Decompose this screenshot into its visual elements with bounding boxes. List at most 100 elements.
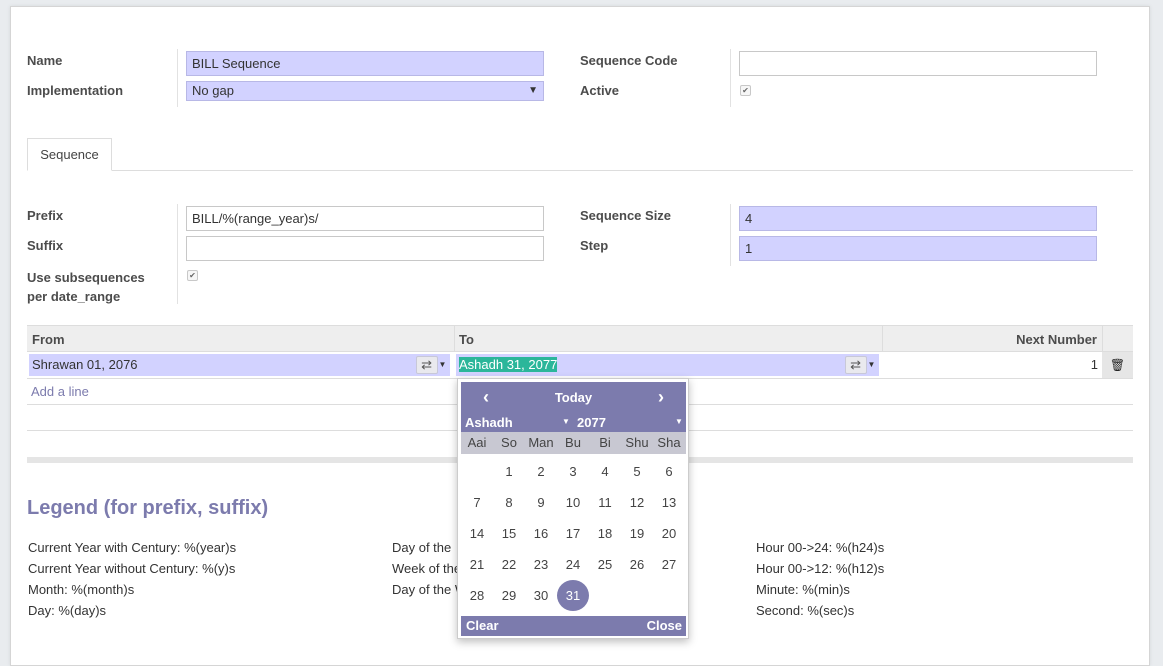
weekday-label: Bi bbox=[599, 435, 611, 450]
today-button[interactable]: Today bbox=[461, 382, 686, 414]
calendar-day[interactable]: 26 bbox=[621, 549, 653, 580]
tab-bar-line bbox=[27, 170, 1133, 171]
month-year-selectors: Ashadh ▼ 2077 ▼ bbox=[461, 414, 686, 432]
weekday-label: Man bbox=[528, 435, 554, 450]
column-from[interactable]: From bbox=[27, 326, 70, 353]
chevron-down-icon[interactable]: ▼ bbox=[675, 417, 683, 426]
month-select[interactable]: Ashadh bbox=[465, 415, 513, 430]
calendar-day[interactable]: 24 bbox=[557, 549, 589, 580]
legend-item: Hour 00->24: %(h24)s bbox=[756, 540, 885, 555]
calendar-day[interactable]: 11 bbox=[589, 487, 621, 518]
label-separator bbox=[177, 204, 178, 304]
tab-sequence[interactable]: Sequence bbox=[27, 138, 112, 171]
datepicker-popup: ‹ Today › Ashadh ▼ 2077 ▼ Aai So Man Bu … bbox=[457, 378, 689, 639]
year-select[interactable]: 2077 bbox=[577, 415, 606, 430]
implementation-label: Implementation bbox=[27, 83, 124, 98]
active-checkbox[interactable]: ✔ bbox=[740, 85, 751, 96]
active-label: Active bbox=[580, 83, 620, 98]
column-to[interactable]: To bbox=[454, 326, 479, 353]
calendar-day[interactable]: 16 bbox=[525, 518, 557, 549]
calendar-day[interactable]: 27 bbox=[653, 549, 685, 580]
legend-item: Hour 00->12: %(h12)s bbox=[756, 561, 885, 576]
calendar-day[interactable]: 3 bbox=[557, 456, 589, 487]
calendar-day[interactable]: 29 bbox=[493, 580, 525, 611]
from-date-controls: ⇄ ▼ bbox=[412, 354, 450, 376]
legend-item: Second: %(sec)s bbox=[756, 603, 855, 618]
calendar-day[interactable]: 4 bbox=[589, 456, 621, 487]
step-input[interactable]: 1 bbox=[739, 236, 1097, 261]
column-next-number[interactable]: Next Number bbox=[882, 326, 1102, 353]
weekday-label: So bbox=[501, 435, 517, 450]
datepicker-header: ‹ Today › bbox=[461, 382, 686, 414]
name-input[interactable]: BILL Sequence bbox=[186, 51, 544, 76]
legend-item: Current Year without Century: %(y)s bbox=[28, 561, 236, 576]
from-date-value: Shrawan 01, 2076 bbox=[32, 357, 138, 372]
legend-item: Minute: %(min)s bbox=[756, 582, 850, 597]
calendar-day[interactable]: 8 bbox=[493, 487, 525, 518]
chevron-down-icon[interactable]: ▼ bbox=[868, 354, 876, 376]
calendar-day[interactable]: 22 bbox=[493, 549, 525, 580]
chevron-down-icon[interactable]: ▼ bbox=[562, 417, 570, 426]
weekday-label: Bu bbox=[565, 435, 581, 450]
calendar-day[interactable]: 2 bbox=[525, 456, 557, 487]
suffix-input[interactable] bbox=[186, 236, 544, 261]
calendar-day[interactable]: 19 bbox=[621, 518, 653, 549]
calendar-day[interactable]: 30 bbox=[525, 580, 557, 611]
legend-item: Day of the bbox=[392, 540, 452, 555]
calendar-day[interactable]: 17 bbox=[557, 518, 589, 549]
calendar-day[interactable]: 6 bbox=[653, 456, 685, 487]
implementation-value: No gap bbox=[192, 83, 234, 98]
calendar-day[interactable]: 21 bbox=[461, 549, 493, 580]
subsequences-checkbox[interactable]: ✔ bbox=[187, 270, 198, 281]
calendar-day[interactable]: 13 bbox=[653, 487, 685, 518]
legend-item: Current Year with Century: %(year)s bbox=[28, 540, 237, 555]
calendar-day[interactable]: 31 bbox=[557, 580, 589, 611]
legend-item: Month: %(month)s bbox=[28, 582, 135, 597]
clear-button[interactable]: Clear bbox=[466, 616, 499, 636]
chevron-right-icon[interactable]: › bbox=[658, 382, 664, 412]
from-date-input[interactable]: Shrawan 01, 2076 ⇄ ▼ bbox=[29, 354, 450, 376]
prefix-label: Prefix bbox=[27, 208, 64, 223]
trash-icon[interactable]: 🗑 bbox=[1102, 352, 1133, 378]
calendar-day[interactable]: 9 bbox=[525, 487, 557, 518]
legend-title: Legend (for prefix, suffix) bbox=[27, 497, 269, 519]
sequence-code-input[interactable] bbox=[739, 51, 1097, 76]
chevron-down-icon: ▼ bbox=[528, 85, 538, 96]
close-button[interactable]: Close bbox=[647, 616, 682, 636]
to-date-controls: ⇄ ▼ bbox=[841, 354, 879, 376]
calendar-day[interactable]: 28 bbox=[461, 580, 493, 611]
legend-item: Week of the bbox=[392, 561, 462, 576]
column-separator bbox=[1102, 326, 1103, 352]
chevron-down-icon[interactable]: ▼ bbox=[439, 354, 447, 376]
calendar-day[interactable]: 1 bbox=[493, 456, 525, 487]
sequence-code-label: Sequence Code bbox=[580, 53, 678, 68]
subsequences-label-line1: Use subsequences bbox=[27, 270, 145, 285]
sequence-size-label: Sequence Size bbox=[580, 208, 672, 223]
implementation-select[interactable]: No gap ▼ bbox=[186, 81, 544, 101]
calendar-day[interactable]: 10 bbox=[557, 487, 589, 518]
calendar-day[interactable]: 20 bbox=[653, 518, 685, 549]
table-row[interactable]: Shrawan 01, 2076 ⇄ ▼ Ashadh 31, 2077 ⇄ ▼… bbox=[27, 352, 1133, 378]
calendar-day[interactable]: 18 bbox=[589, 518, 621, 549]
calendar-day[interactable]: 23 bbox=[525, 549, 557, 580]
subsequences-label: Use subsequences per date_range bbox=[27, 268, 145, 306]
weekday-label: Sha bbox=[657, 435, 681, 450]
sequence-size-input[interactable]: 4 bbox=[739, 206, 1097, 231]
calendar-day[interactable]: 25 bbox=[589, 549, 621, 580]
prefix-input[interactable]: BILL/%(range_year)s/ bbox=[186, 206, 544, 231]
label-separator bbox=[177, 49, 178, 107]
calendar-day[interactable]: 15 bbox=[493, 518, 525, 549]
weekday-header: Aai So Man Bu Bi Shu Sha bbox=[461, 432, 686, 454]
to-date-input[interactable]: Ashadh 31, 2077 ⇄ ▼ bbox=[456, 354, 879, 376]
calendar-day[interactable]: 5 bbox=[621, 456, 653, 487]
legend-item: Day of the W bbox=[392, 582, 468, 597]
calendar-day[interactable]: 14 bbox=[461, 518, 493, 549]
next-number-value[interactable]: 1 bbox=[882, 352, 1098, 378]
name-label: Name bbox=[27, 53, 63, 68]
calendar-day[interactable]: 12 bbox=[621, 487, 653, 518]
calendar-day[interactable]: 7 bbox=[461, 487, 493, 518]
subsequences-label-line2: per date_range bbox=[27, 289, 121, 304]
swap-icon[interactable]: ⇄ bbox=[415, 356, 438, 374]
add-line-link[interactable]: Add a line bbox=[31, 384, 89, 399]
swap-icon[interactable]: ⇄ bbox=[844, 356, 867, 374]
